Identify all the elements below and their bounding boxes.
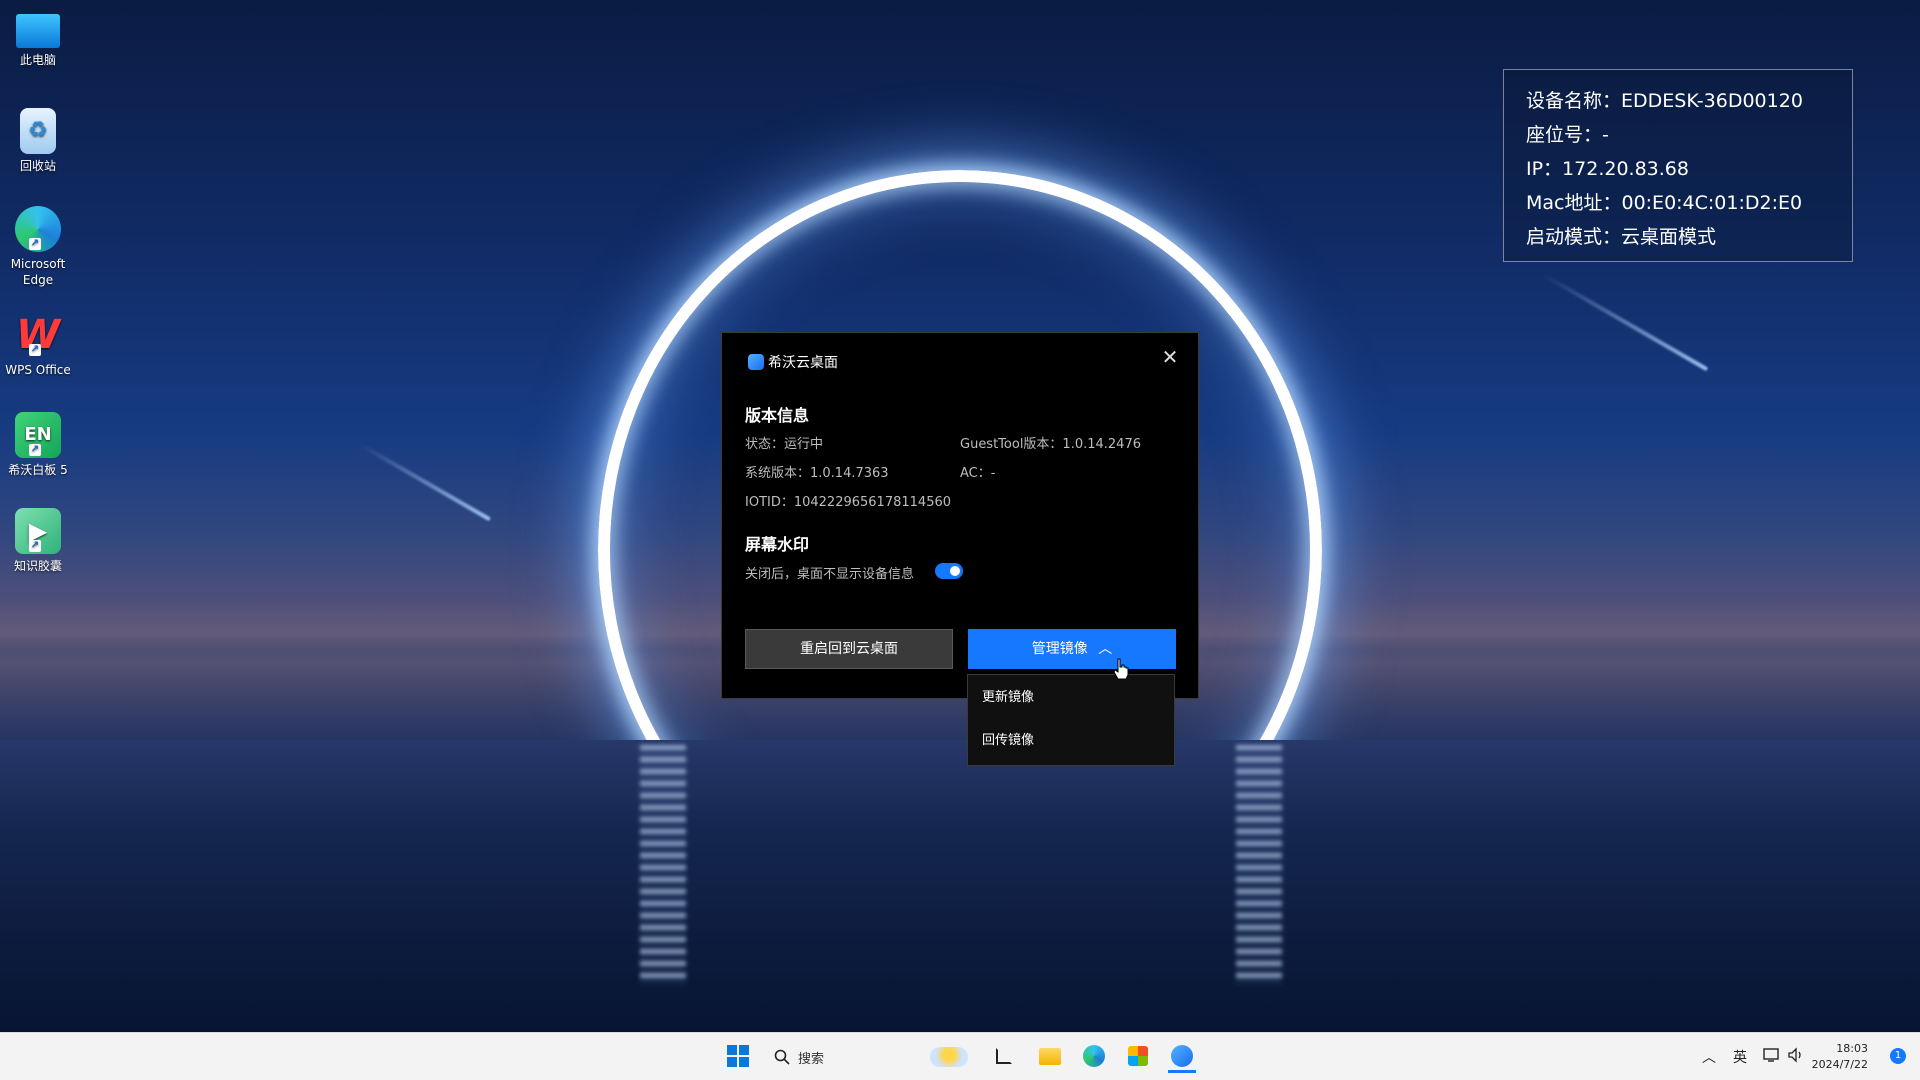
iotid-text: IOTID：1042229656178114560 [745,495,952,510]
manage-image-dropdown: 更新镜像 回传镜像 [967,674,1175,766]
wps-icon: W ↗ [15,312,61,358]
menu-item-update-image[interactable]: 更新镜像 [968,678,1174,718]
desktop-icon-wps[interactable]: W ↗ WPS Office [2,312,74,378]
desktop-icon-this-pc[interactable]: 此电脑 [2,8,74,68]
manage-image-button[interactable]: 管理镜像 ︿ [968,629,1176,669]
desktop-icon-recycle-bin[interactable]: ♻ 回收站 [2,108,74,174]
store-icon [1128,1046,1148,1066]
cloud-desktop-icon [1171,1045,1193,1067]
desktop-icon-label: 回收站 [19,159,56,173]
device-name: 设备名称：EDDESK-36D00120 [1526,90,1803,112]
shortcut-arrow-icon: ↗ [29,444,41,456]
ring-reflection-left [640,745,686,985]
volume-icon[interactable] [1787,1047,1805,1067]
recycle-bin-icon: ♻ [20,108,56,154]
desktop-icon-edge[interactable]: ↗ Microsoft Edge [2,206,74,288]
desktop-icon-label: 知识胶囊 [13,559,62,573]
guesttool-version-text: GuestTool版本：1.0.14.2476 [960,437,1141,452]
water-surface [0,740,1920,1032]
ring-reflection-right [1236,745,1282,985]
windows-logo-icon [727,1045,749,1067]
ip-address: IP：172.20.83.68 [1526,158,1689,180]
cloud-desktop-taskbar-button[interactable] [1168,1042,1196,1073]
weather-widget-icon [930,1047,968,1067]
desktop-icon-label: 希沃白板 5 [8,463,68,477]
dialog-title-bar: 希沃云桌面 [748,352,838,372]
ac-text: AC：- [960,466,996,481]
file-explorer-button[interactable] [1036,1042,1064,1070]
taskbar-search-box[interactable]: 搜索 [766,1041,976,1073]
tray-overflow-chevron-icon[interactable]: ︿ [1702,1047,1716,1067]
shortcut-arrow-icon: ↗ [29,344,41,356]
device-info-panel: 设备名称：EDDESK-36D00120 座位号：- IP：172.20.83.… [1503,69,1853,262]
version-info-heading: 版本信息 [745,406,810,425]
seat-number: 座位号：- [1526,124,1609,146]
shortcut-arrow-icon: ↗ [29,238,41,250]
desktop-icon-label: Microsoft Edge [10,257,66,287]
watermark-toggle[interactable] [935,563,963,579]
taskbar: 搜索 ︿ 英 18:03 2024/7/22 1 [0,1032,1920,1080]
system-clock[interactable]: 18:03 2024/7/22 [1812,1041,1868,1073]
desktop-icon-label: 此电脑 [19,53,56,67]
status-text: 状态：运行中 [745,437,824,452]
knowledge-capsule-icon: ▶ ↗ [15,508,61,554]
clock-date: 2024/7/22 [1811,1058,1868,1071]
search-placeholder: 搜索 [798,1051,825,1067]
cloud-desktop-dialog: 希沃云桌面 ✕ 版本信息 状态：运行中 GuestTool版本：1.0.14.2… [721,332,1199,699]
seewo-whiteboard-icon: EN ↗ [15,412,61,458]
system-version-text: 系统版本：1.0.14.7363 [745,466,889,481]
watermark-heading: 屏幕水印 [745,535,810,554]
start-button[interactable] [724,1042,752,1070]
edge-icon: ↗ [15,206,61,252]
seewo-glyph: EN [24,424,52,445]
edge-icon [1083,1045,1105,1067]
cloud-desktop-logo-icon [748,354,764,370]
task-view-button[interactable] [990,1042,1018,1070]
close-icon[interactable]: ✕ [1158,345,1182,369]
edge-taskbar-button[interactable] [1080,1042,1108,1070]
restart-to-cloud-desktop-button[interactable]: 重启回到云桌面 [745,629,953,669]
search-icon [774,1049,790,1065]
ime-indicator[interactable]: 英 [1733,1047,1747,1067]
store-button[interactable] [1124,1042,1152,1070]
watermark-description: 关闭后，桌面不显示设备信息 [745,567,915,582]
desktop-background: 此电脑 ♻ 回收站 ↗ Microsoft Edge W ↗ WPS Offic… [0,0,1920,1032]
manage-image-label: 管理镜像 [1031,641,1088,657]
desktop-icon-seewo-whiteboard[interactable]: EN ↗ 希沃白板 5 [2,412,74,478]
desktop-icon-knowledge-capsule[interactable]: ▶ ↗ 知识胶囊 [2,508,74,574]
comet-right [1541,272,1709,372]
menu-item-upload-image[interactable]: 回传镜像 [968,721,1174,761]
shortcut-arrow-icon: ↗ [29,540,41,552]
mac-address: Mac地址：00:E0:4C:01:D2:E0 [1526,192,1803,214]
desktop-icon-label: WPS Office [5,363,71,377]
network-icon[interactable] [1763,1047,1781,1067]
task-view-icon [996,1048,1012,1064]
chevron-up-icon: ︿ [1098,641,1113,657]
toggle-knob [950,566,960,576]
computer-icon [16,14,60,48]
boot-mode: 启动模式：云桌面模式 [1526,226,1717,248]
clock-time: 18:03 [1836,1042,1868,1055]
notification-badge[interactable]: 1 [1890,1048,1906,1064]
folder-icon [1039,1047,1061,1065]
dialog-title: 希沃云桌面 [768,355,838,371]
comet-left [359,442,491,522]
